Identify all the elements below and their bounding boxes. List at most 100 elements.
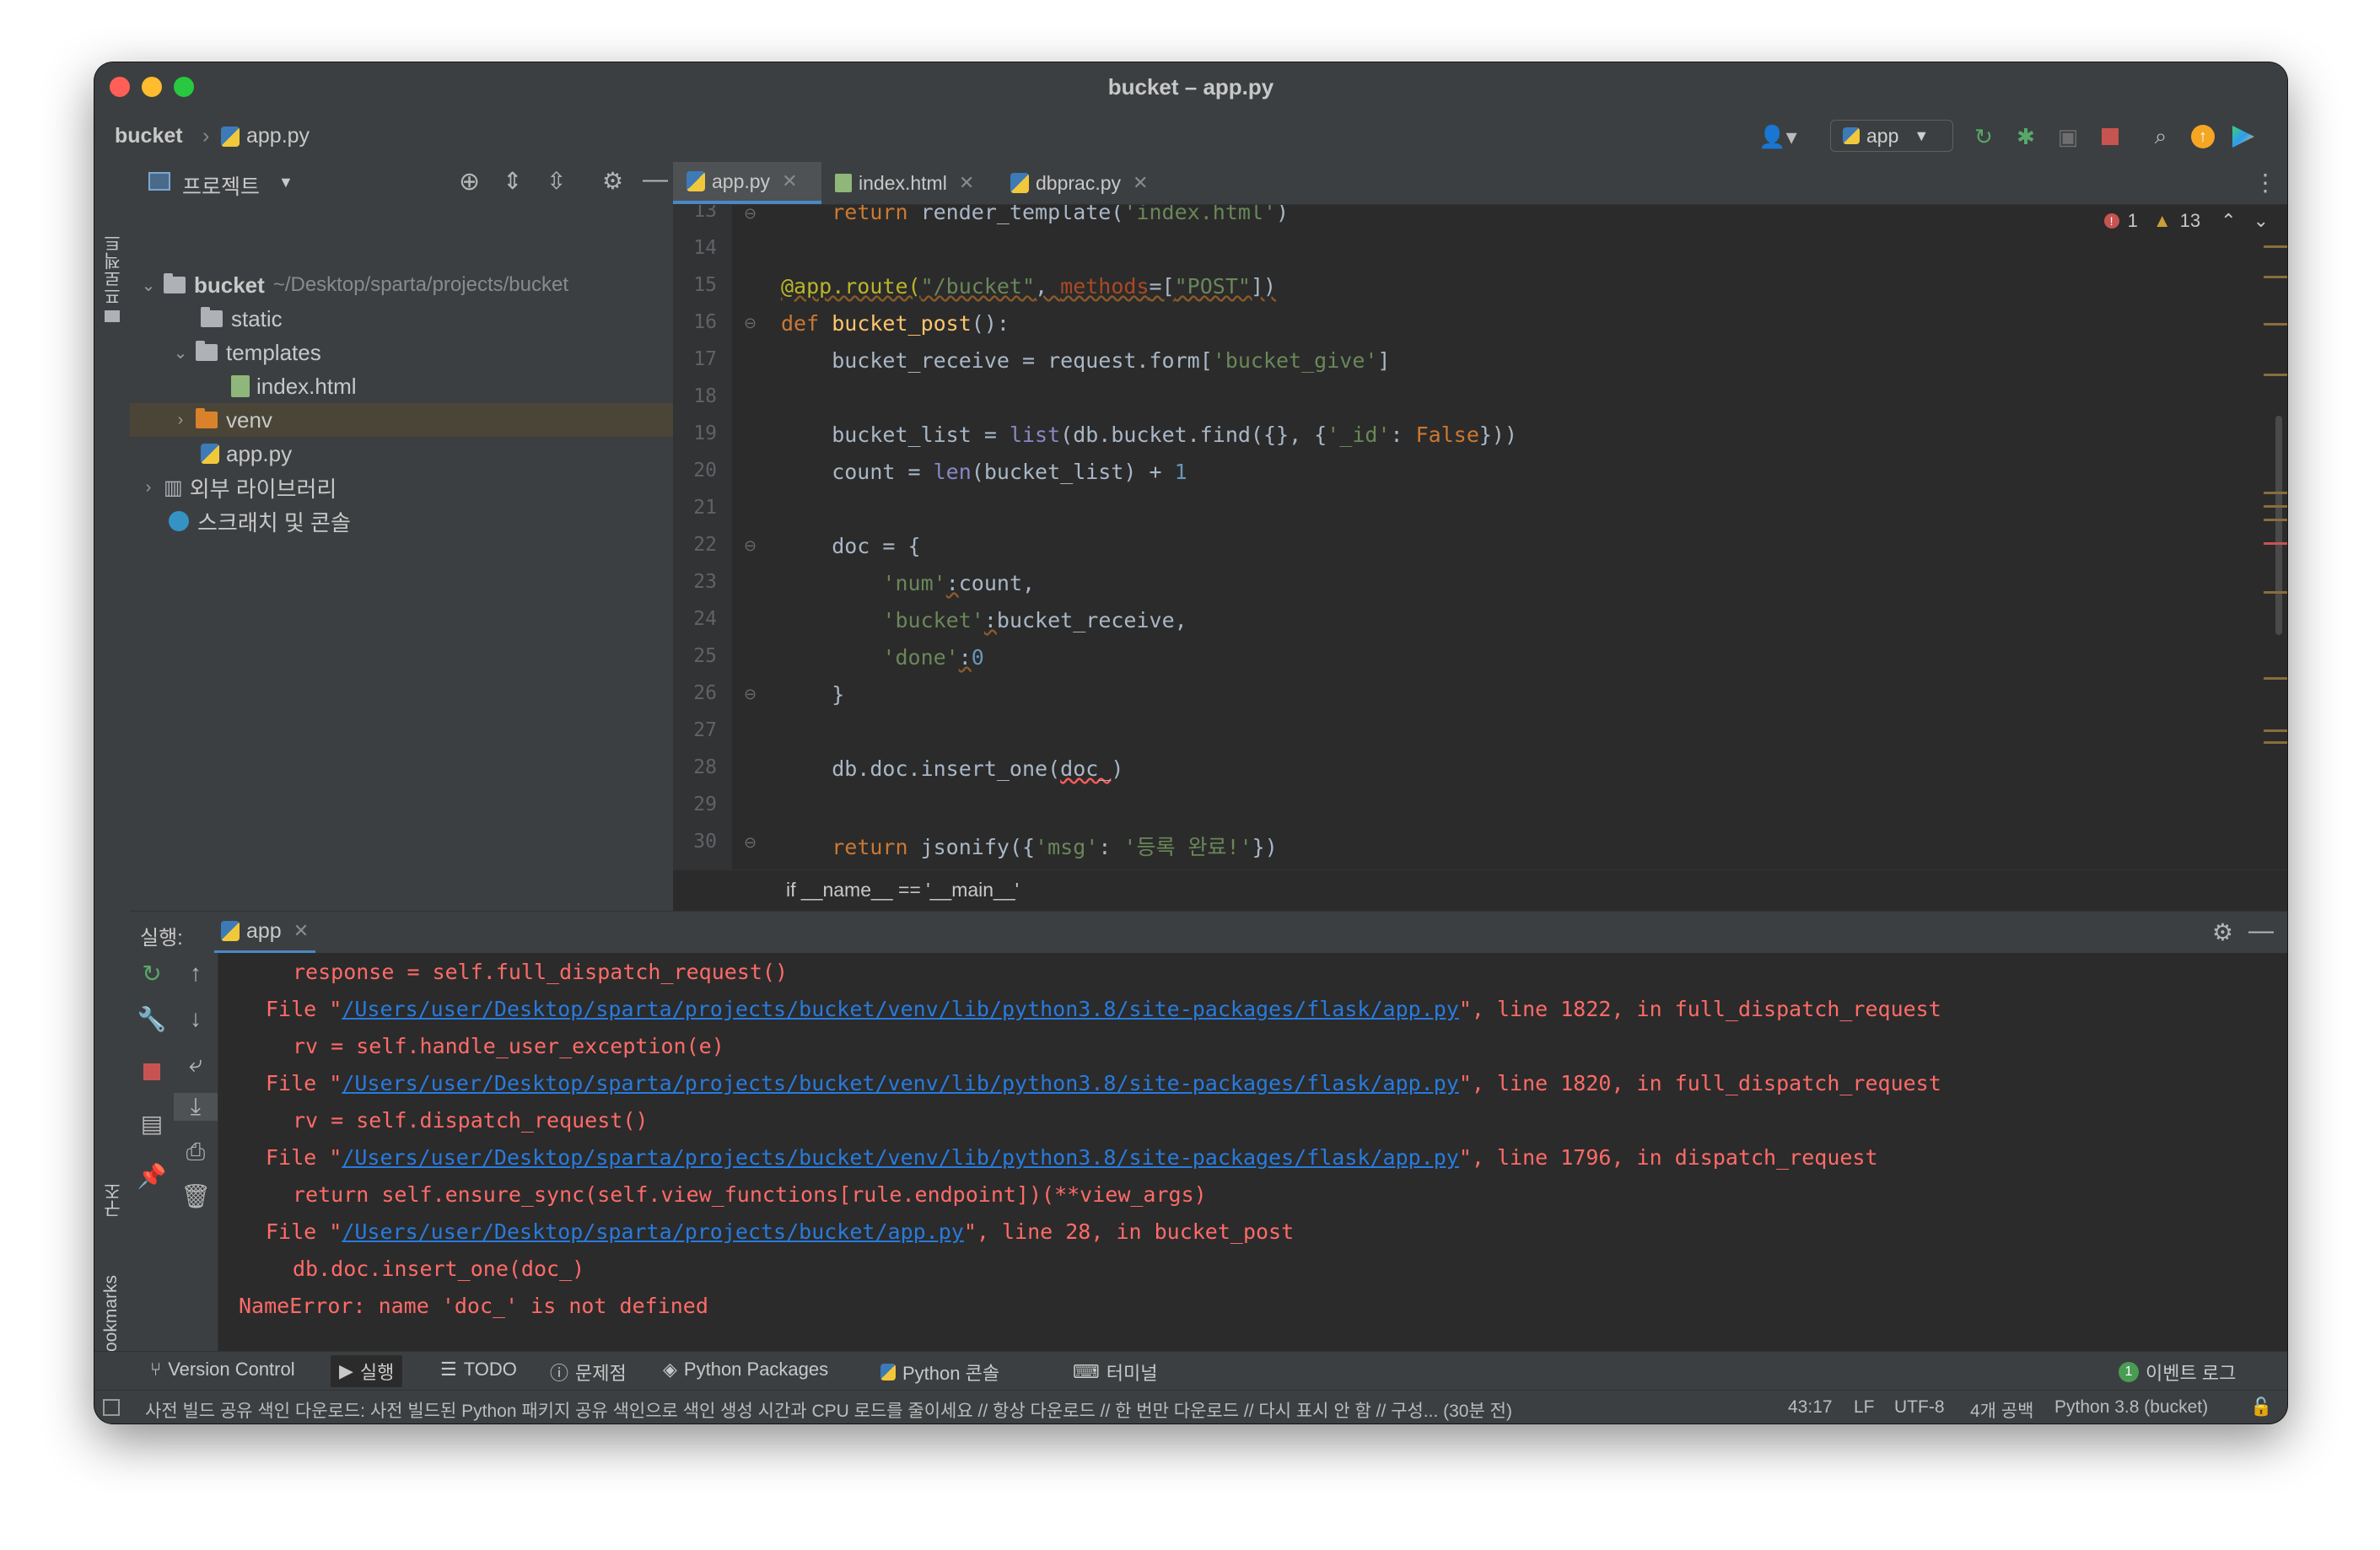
debug-icon[interactable]: ✱ [2011,121,2041,152]
run-console-output[interactable]: response = self.full_dispatch_request() … [218,953,2287,1351]
hide-panel-icon[interactable]: — [643,165,668,194]
inspection-widget[interactable]: ! 1 ▲ 13 ⌃ ⌄ [2103,210,2269,232]
tree-item-index-html[interactable]: index.html [130,369,673,403]
breadcrumb-project[interactable]: bucket [115,124,183,148]
gear-icon[interactable]: ⚙ [602,167,623,195]
fold-marker-icon[interactable]: ⊖ [744,834,757,852]
tool-run[interactable]: ▶ 실행 [331,1355,403,1387]
html-file-icon [231,375,250,397]
tool-todo[interactable]: ☰ TODO [440,1359,517,1380]
breadcrumb-file[interactable]: app.py [221,124,310,148]
fold-marker-icon[interactable]: ⊖ [744,686,757,703]
warning-stripe[interactable] [2264,505,2287,508]
chevron-down-icon[interactable]: ⌄ [170,342,191,363]
file-encoding[interactable]: UTF-8 [1894,1397,1945,1418]
editor-breadcrumb[interactable]: if __name__ == '__main__' [786,879,1019,901]
warning-stripe[interactable] [2264,492,2287,494]
tool-event-log[interactable]: 1 이벤트 로그 [2119,1359,2236,1386]
close-icon[interactable]: ✕ [1133,172,1148,194]
tool-terminal[interactable]: ⌨ 터미널 [1073,1359,1158,1386]
line-separator[interactable]: LF [1854,1397,1875,1418]
editor-scrollbar[interactable] [2275,416,2282,635]
layout-icon[interactable]: ▤ [130,1110,174,1138]
tool-problems[interactable]: ⓘ 문제점 [550,1359,627,1386]
warning-stripe[interactable] [2264,323,2287,326]
warning-stripe[interactable] [2264,591,2287,594]
print-icon[interactable]: ⎙ [174,1138,218,1166]
indent-setting[interactable]: 4개 공백 [1970,1397,2033,1423]
wrench-icon[interactable]: 🔧 [130,1005,174,1033]
coverage-icon[interactable]: ▣ [2053,121,2083,152]
tree-item-venv[interactable]: › venv [130,403,673,437]
project-view-select[interactable]: 프로젝트 [182,170,260,201]
chevron-right-icon[interactable]: › [170,411,191,430]
arrow-up-icon[interactable]: ↑ [174,960,218,987]
expand-all-icon[interactable]: ⇕ [503,167,522,195]
fold-marker-icon[interactable]: ⊖ [744,315,757,332]
user-icon[interactable]: 👤▾ [1754,121,1801,152]
warning-stripe[interactable] [2264,677,2287,680]
tree-root[interactable]: ⌄ bucket ~/Desktop/sparta/projects/bucke… [130,268,673,302]
tool-python-console[interactable]: Python 콘솔 [880,1359,999,1386]
fold-marker-icon[interactable]: ⊖ [744,205,757,223]
chevron-down-icon[interactable]: ⌄ [138,275,159,296]
update-icon[interactable]: ↑ [2188,121,2218,152]
caret-position[interactable]: 43:17 [1788,1397,1833,1418]
close-icon[interactable]: ✕ [959,172,974,194]
warning-stripe[interactable] [2264,519,2287,521]
toggle-tool-windows-icon[interactable] [103,1399,120,1416]
warning-stripe[interactable] [2264,741,2287,744]
scroll-to-end-icon[interactable]: ⤓ [174,1093,218,1121]
pin-icon[interactable]: 📌 [130,1162,174,1190]
tool-version-control[interactable]: ⑂ Version Control [150,1359,295,1380]
hide-panel-icon[interactable]: — [2248,917,2274,945]
chevron-down-icon[interactable]: ▼ [278,174,293,191]
tab-dbprac-py[interactable]: dbprac.py ✕ [997,162,1166,204]
chevron-up-icon[interactable]: ⌃ [2221,210,2236,232]
more-options-icon[interactable]: ⋮ [2253,169,2277,196]
stop-icon[interactable] [130,1059,174,1086]
warning-stripe[interactable] [2264,729,2287,732]
warning-stripe[interactable] [2264,276,2287,278]
project-tool-window-tab[interactable]: 프로젝트 [101,234,127,305]
console-file-link[interactable]: /Users/user/Desktop/sparta/projects/buck… [342,1071,1459,1095]
trash-icon[interactable]: 🗑 [174,1182,218,1210]
tree-item-templates[interactable]: ⌄ templates [130,336,673,369]
console-file-link[interactable]: /Users/user/Desktop/sparta/projects/buck… [342,1145,1459,1170]
tab-index-html[interactable]: index.html ✕ [821,162,987,204]
lock-icon[interactable]: 🔓 [2250,1397,2272,1418]
rerun-icon[interactable]: ↻ [1968,121,1999,152]
python-interpreter[interactable]: Python 3.8 (bucket) [2054,1397,2208,1418]
warning-stripe[interactable] [2264,374,2287,376]
console-file-link[interactable]: /Users/user/Desktop/sparta/projects/buck… [342,997,1459,1021]
collapse-all-icon[interactable]: ⇳ [547,167,566,195]
search-icon[interactable]: ⌕ [2146,121,2176,152]
tree-item-static[interactable]: static [130,302,673,336]
gear-icon[interactable]: ⚙ [2212,918,2233,946]
tree-item-app-py[interactable]: app.py [130,437,673,471]
rerun-icon[interactable]: ↻ [130,960,174,988]
run-tab-app[interactable]: app ✕ [214,912,316,954]
status-message[interactable]: 사전 빌드 공유 색인 다운로드: 사전 빌드된 Python 패키지 공유 색… [145,1397,1596,1423]
close-icon[interactable]: ✕ [782,170,797,192]
structure-tool-window-tab[interactable]: 구조 [101,1182,127,1218]
tree-item-scratches[interactable]: 스크래치 및 콘솔 [130,504,673,538]
run-config-select[interactable]: app ▼ [1830,120,1953,152]
tab-app-py[interactable]: app.py ✕ [673,162,821,204]
soft-wrap-icon[interactable]: ⤶ [174,1051,218,1079]
code-line: @app.route("/bucket", methods=["POST"]) [781,274,1277,299]
console-file-link[interactable]: /Users/user/Desktop/sparta/projects/buck… [342,1219,964,1244]
tool-python-packages[interactable]: ◈ Python Packages [663,1359,828,1380]
tree-item-external-libraries[interactable]: › ▥ 외부 라이브러리 [130,471,673,504]
chevron-right-icon[interactable]: › [138,478,159,498]
warning-stripe[interactable] [2264,245,2287,248]
error-stripe[interactable] [2264,542,2287,545]
plugin-logo-icon[interactable] [2228,121,2259,152]
fold-marker-icon[interactable]: ⊖ [744,537,757,555]
close-icon[interactable]: ✕ [293,920,309,942]
chevron-down-icon[interactable]: ⌄ [2253,210,2269,232]
stop-icon[interactable] [2095,121,2125,152]
code-editor[interactable]: 13 14 15 16 17 18 19 20 21 22 23 24 25 2… [673,205,2287,869]
locate-file-icon[interactable]: ⊕ [459,167,480,196]
arrow-down-icon[interactable]: ↓ [174,1005,218,1032]
